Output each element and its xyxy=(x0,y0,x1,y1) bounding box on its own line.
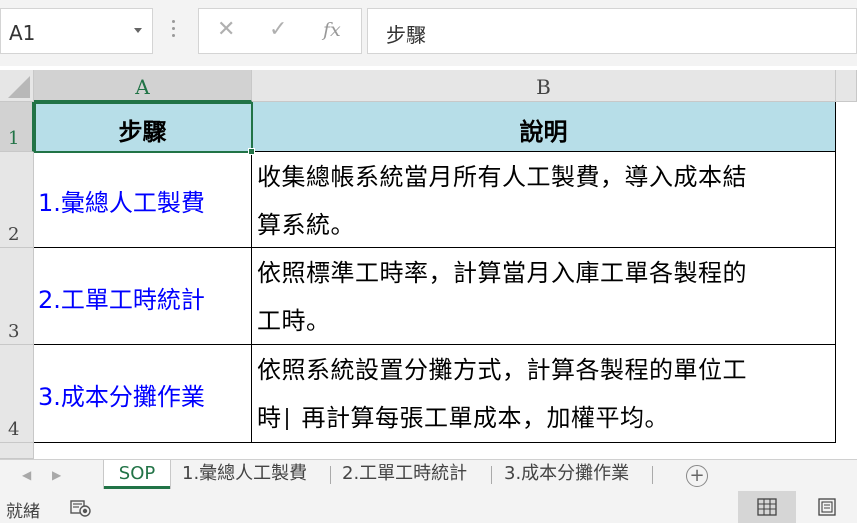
tab-scroll-left-icon[interactable]: ◀ xyxy=(22,468,31,482)
fill-handle[interactable] xyxy=(248,148,255,155)
row-header-3[interactable]: 3 xyxy=(0,248,34,345)
cell-b1[interactable]: 說明 xyxy=(252,102,836,152)
cell-text: 說明 xyxy=(519,118,568,146)
cancel-icon[interactable]: ✕ xyxy=(217,17,235,42)
formula-bar: A1 ✕ ✓ fx 步驟 xyxy=(0,0,857,66)
hyperlink-sheet-2[interactable]: 2.工單工時統計 xyxy=(38,280,205,315)
grip-handle[interactable] xyxy=(172,20,176,40)
formula-input[interactable]: 步驟 xyxy=(367,8,857,54)
cell-b4[interactable]: 依照系統設置分攤方式，計算各製程的單位工 時再計算每張工單成本，加權平均。 xyxy=(252,345,836,443)
row-header-2[interactable]: 2 xyxy=(0,152,34,248)
tab-divider xyxy=(330,466,331,484)
formula-buttons: ✕ ✓ fx xyxy=(198,8,362,54)
cell-a4[interactable]: 3.成本分攤作業 xyxy=(34,345,252,443)
formula-content[interactable]: 步驟 xyxy=(386,19,426,48)
tab-sheet-1[interactable]: 1.彙總人工製費 xyxy=(172,460,317,489)
add-sheet-icon[interactable]: + xyxy=(686,465,708,487)
chevron-down-icon[interactable] xyxy=(134,28,142,33)
cell-a3[interactable]: 2.工單工時統計 xyxy=(34,248,252,345)
name-box[interactable]: A1 xyxy=(0,8,153,54)
function-icon[interactable]: fx xyxy=(323,19,341,41)
tab-sheet-2[interactable]: 2.工單工時統計 xyxy=(332,460,477,489)
row-header-1[interactable]: 1 xyxy=(0,102,34,152)
sheet-tab-bar: ◀ ▶ SOP 1.彙總人工製費 2.工單工時統計 3.成本分攤作業 + xyxy=(0,459,857,491)
cell-b3[interactable]: 依照標準工時率，計算當月入庫工單各製程的 工時。 xyxy=(252,248,836,345)
enter-icon[interactable]: ✓ xyxy=(269,17,287,42)
normal-view-icon xyxy=(757,498,777,516)
row-5-cells[interactable] xyxy=(34,443,857,459)
tab-sop[interactable]: SOP xyxy=(104,460,170,489)
column-header-a[interactable]: A xyxy=(34,70,252,102)
cell-line: 算系統。 xyxy=(257,211,355,239)
hyperlink-sheet-1[interactable]: 1.彙總人工製費 xyxy=(38,183,205,218)
column-c-cells[interactable] xyxy=(836,102,857,443)
cell-line: 依照系統設置分攤方式，計算各製程的單位工 xyxy=(257,356,747,384)
hyperlink-sheet-3[interactable]: 3.成本分攤作業 xyxy=(38,377,205,412)
cell-line: 工時。 xyxy=(257,307,331,335)
tab-divider xyxy=(491,466,492,484)
column-header-c[interactable] xyxy=(836,70,857,102)
text-cursor xyxy=(285,408,288,430)
macro-record-icon[interactable] xyxy=(70,499,92,517)
cell-text: 步驟 xyxy=(118,118,167,146)
status-bar: 就緒 xyxy=(0,491,857,523)
cell-line: 依照標準工時率，計算當月入庫工單各製程的 xyxy=(257,259,747,287)
row-header-5[interactable] xyxy=(0,443,34,459)
select-all-button[interactable] xyxy=(0,70,34,102)
horizontal-scrollbar[interactable] xyxy=(742,466,857,486)
cell-line: 收集總帳系統當月所有人工製費，導入成本結 xyxy=(257,163,747,191)
page-layout-icon xyxy=(818,498,836,516)
cell-a2[interactable]: 1.彙總人工製費 xyxy=(34,152,252,248)
row-header-4[interactable]: 4 xyxy=(0,345,34,443)
column-header-b[interactable]: B xyxy=(252,70,836,102)
tab-sheet-3[interactable]: 3.成本分攤作業 xyxy=(494,460,639,489)
cell-b2[interactable]: 收集總帳系統當月所有人工製費，導入成本結 算系統。 xyxy=(252,152,836,248)
page-layout-view-button[interactable] xyxy=(798,491,856,523)
name-box-value[interactable]: A1 xyxy=(9,21,35,45)
normal-view-button[interactable] xyxy=(738,491,796,523)
tab-scroll-right-icon[interactable]: ▶ xyxy=(52,468,61,482)
tab-divider xyxy=(652,466,653,484)
status-ready-text: 就緒 xyxy=(6,502,40,522)
cell-a1[interactable]: 步驟 xyxy=(34,102,252,152)
cell-line: 時再計算每張工單成本，加權平均。 xyxy=(257,404,669,432)
